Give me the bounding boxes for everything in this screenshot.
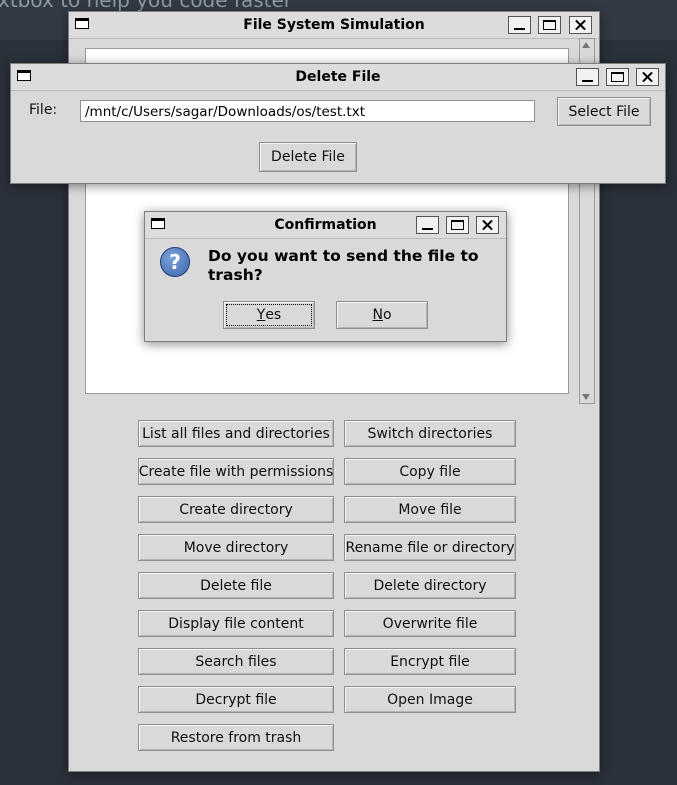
delete-titlebar[interactable]: Delete File xyxy=(11,64,665,91)
delete-window-title: Delete File xyxy=(295,69,381,85)
action-button-delete-directory[interactable]: Delete directory xyxy=(344,572,516,599)
action-button-move-file[interactable]: Move file xyxy=(344,496,516,523)
yes-mnemonic: Y xyxy=(256,307,266,323)
maximize-icon[interactable] xyxy=(606,68,629,86)
action-button-switch-directories[interactable]: Switch directories xyxy=(344,420,516,447)
action-button-open-image[interactable]: Open Image xyxy=(344,686,516,713)
yes-rest: es xyxy=(265,307,282,323)
scroll-up-arrow-icon[interactable] xyxy=(582,42,590,48)
action-button-restore-from-trash[interactable]: Restore from trash xyxy=(138,724,334,751)
action-button-search-files[interactable]: Search files xyxy=(138,648,334,675)
action-button-copy-file[interactable]: Copy file xyxy=(344,458,516,485)
action-button-overwrite-file[interactable]: Overwrite file xyxy=(344,610,516,637)
minimize-icon[interactable] xyxy=(416,216,439,234)
action-button-encrypt-file[interactable]: Encrypt file xyxy=(344,648,516,675)
confirmation-dialog: Confirmation ? Do you want to send the f… xyxy=(144,211,507,342)
minimize-icon[interactable] xyxy=(508,16,531,34)
close-icon[interactable] xyxy=(636,68,659,86)
action-button-decrypt-file[interactable]: Decrypt file xyxy=(138,686,334,713)
action-button-delete-file[interactable]: Delete file xyxy=(138,572,334,599)
select-file-button[interactable]: Select File xyxy=(557,97,651,126)
action-button-create-file-with-permissions[interactable]: Create file with permissions xyxy=(138,458,334,485)
no-rest: o xyxy=(382,307,392,323)
file-label: File: xyxy=(29,102,58,118)
action-button-display-file-content[interactable]: Display file content xyxy=(138,610,334,637)
confirm-message: Do you want to send the file to trash? xyxy=(208,247,479,284)
yes-button[interactable]: Yes xyxy=(223,301,315,329)
scroll-down-arrow-icon[interactable] xyxy=(582,394,590,400)
no-button[interactable]: No xyxy=(336,301,428,329)
close-icon[interactable] xyxy=(569,16,592,34)
delete-file-window: Delete File File: /mnt/c/Users/sagar/Dow… xyxy=(10,63,666,184)
minimize-icon[interactable] xyxy=(576,68,599,86)
action-button-list-all-files-and-directories[interactable]: List all files and directories xyxy=(138,420,334,447)
question-icon: ? xyxy=(160,247,190,277)
no-mnemonic: N xyxy=(372,307,383,323)
action-button-move-directory[interactable]: Move directory xyxy=(138,534,334,561)
action-button-create-directory[interactable]: Create directory xyxy=(138,496,334,523)
action-button-rename-file-or-directory[interactable]: Rename file or directory xyxy=(344,534,516,561)
delete-file-submit-button[interactable]: Delete File xyxy=(259,142,357,172)
file-path-input[interactable]: /mnt/c/Users/sagar/Downloads/os/test.txt xyxy=(80,100,535,122)
confirm-titlebar[interactable]: Confirmation xyxy=(145,212,506,239)
maximize-icon[interactable] xyxy=(538,16,561,34)
maximize-icon[interactable] xyxy=(446,216,469,234)
close-icon[interactable] xyxy=(476,216,499,234)
main-titlebar[interactable]: File System Simulation xyxy=(69,12,599,39)
